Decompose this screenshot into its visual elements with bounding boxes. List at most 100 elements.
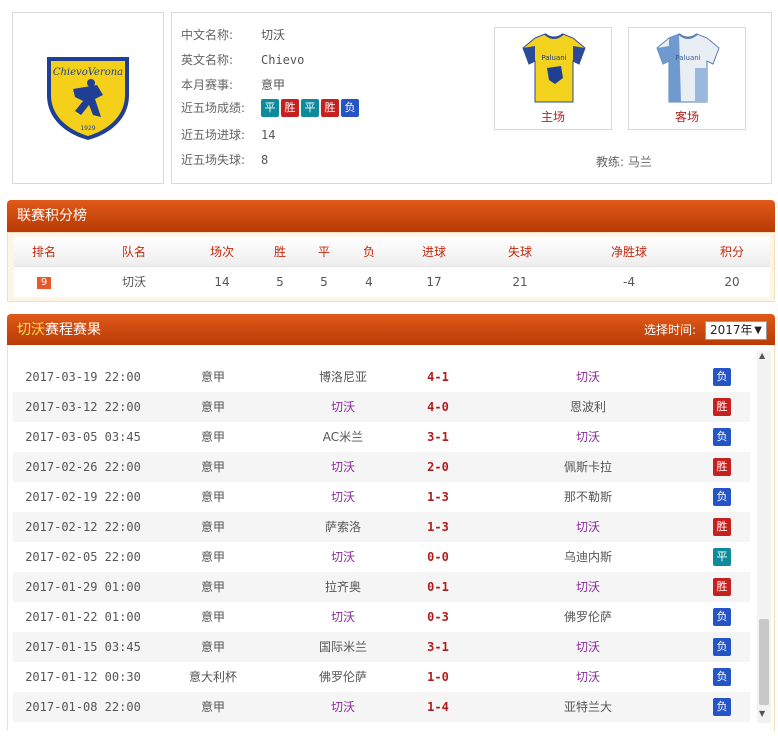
match-competition: 意甲 bbox=[200, 640, 225, 654]
match-row[interactable]: 2017-03-05 03:45 意甲 AC米兰 3-1 切沃 负 bbox=[13, 422, 750, 452]
match-row[interactable]: 2017-01-08 22:00 意甲 切沃 1-4 亚特兰大 负 bbox=[13, 692, 750, 722]
match-row[interactable]: 2017-03-19 22:00 意甲 博洛尼亚 4-1 切沃 负 bbox=[13, 362, 750, 392]
result-badge: 负 bbox=[713, 638, 731, 656]
match-result: 平 bbox=[711, 542, 733, 572]
match-away-team[interactable]: 切沃 bbox=[533, 572, 643, 602]
result-badge: 负 bbox=[713, 608, 731, 626]
scrollbar-thumb[interactable] bbox=[759, 619, 769, 705]
match-result: 负 bbox=[711, 482, 733, 512]
match-row[interactable]: 2017-02-05 22:00 意甲 切沃 0-0 乌迪内斯 平 bbox=[13, 542, 750, 572]
match-away-team[interactable]: 那不勒斯 bbox=[533, 482, 643, 512]
away-kit-card[interactable]: Paluani 客场 bbox=[628, 27, 746, 130]
match-home-team[interactable]: 切沃 bbox=[293, 392, 393, 422]
standings-cell: 5 bbox=[276, 275, 284, 289]
match-row[interactable]: 2017-01-29 01:00 意甲 拉齐奥 0-1 切沃 胜 bbox=[13, 572, 750, 602]
goals-for-label: 近五场进球: bbox=[181, 128, 246, 142]
form-badge: 平 bbox=[301, 99, 319, 117]
schedule-title-team: 切沃 bbox=[17, 322, 45, 338]
match-score: 4-1 bbox=[427, 370, 449, 384]
match-competition: 意甲 bbox=[200, 430, 225, 444]
form-label: 近五场成绩: bbox=[181, 101, 246, 115]
match-away-team[interactable]: 佩斯卡拉 bbox=[533, 452, 643, 482]
match-away-team[interactable]: 佛罗伦萨 bbox=[533, 602, 643, 632]
match-away-team[interactable]: 切沃 bbox=[533, 662, 643, 692]
match-home-team[interactable]: AC米兰 bbox=[293, 422, 393, 452]
match-result: 负 bbox=[711, 632, 733, 662]
coach-info: 教练: 马兰 bbox=[596, 153, 652, 170]
match-row[interactable]: 2017-02-26 22:00 意甲 切沃 2-0 佩斯卡拉 胜 bbox=[13, 452, 750, 482]
schedule-title: 切沃赛程赛果 bbox=[17, 314, 101, 346]
match-date: 2017-01-08 22:00 bbox=[25, 700, 141, 714]
match-away-team[interactable]: 乌迪内斯 bbox=[533, 542, 643, 572]
match-date: 2017-01-15 03:45 bbox=[25, 640, 141, 654]
form-badge: 胜 bbox=[321, 99, 339, 117]
match-competition: 意甲 bbox=[200, 400, 225, 414]
schedule-list[interactable]: 2017-03-19 22:00 意甲 博洛尼亚 4-1 切沃负 2017-03-12 2… bbox=[8, 345, 774, 731]
match-home-team[interactable]: 佛罗伦萨 bbox=[293, 662, 393, 692]
standings-col-header: 胜 bbox=[273, 245, 286, 259]
match-home-team[interactable]: 切沃 bbox=[293, 602, 393, 632]
logo-wordmark: ChievoVerona bbox=[53, 67, 123, 78]
chevron-down-icon: ▼ bbox=[754, 325, 762, 336]
standings-cell: 切沃 bbox=[121, 275, 146, 289]
team-logo-panel: ChievoVerona 1929 bbox=[12, 12, 164, 184]
match-row[interactable]: 2017-02-12 22:00 意甲 萨索洛 1-3 切沃 胜 bbox=[13, 512, 750, 542]
standings-team-row[interactable]: 9 切沃 14 5 5 4 17 21 -4 20 bbox=[14, 267, 770, 297]
match-row[interactable]: 2017-02-19 22:00 意甲 切沃 1-3 那不勒斯 负 bbox=[13, 482, 750, 512]
match-row[interactable]: 2017-01-15 03:45 意甲 国际米兰 3-1 切沃 负 bbox=[13, 632, 750, 662]
match-away-team[interactable]: 亚特兰大 bbox=[533, 692, 643, 722]
match-row[interactable]: 2017-01-22 01:00 意甲 切沃 0-3 佛罗伦萨 负 bbox=[13, 602, 750, 632]
match-score: 0-1 bbox=[427, 580, 449, 594]
form-badge: 胜 bbox=[281, 99, 299, 117]
scroll-down-icon[interactable]: ▼ bbox=[759, 709, 765, 718]
match-row[interactable]: 2017-01-12 00:30 意大利杯 佛罗伦萨 1-0 切沃 负 bbox=[13, 662, 750, 692]
team-info-panel: 中文名称: 切沃 英文名称: Chievo 本月赛事: 意甲 近五场成绩: 平胜平胜负 … bbox=[171, 12, 772, 184]
match-competition: 意甲 bbox=[200, 460, 225, 474]
match-date: 2017-02-05 22:00 bbox=[25, 550, 141, 564]
year-select[interactable]: 2017年 ▼ bbox=[705, 321, 767, 340]
home-kit-label: 主场 bbox=[540, 110, 565, 124]
match-home-team[interactable]: 切沃 bbox=[293, 482, 393, 512]
match-home-team[interactable]: 切沃 bbox=[293, 542, 393, 572]
match-home-team[interactable]: 切沃 bbox=[293, 692, 393, 722]
match-away-team[interactable]: 恩波利 bbox=[533, 392, 643, 422]
coach-label-text: 教练: bbox=[596, 155, 625, 169]
match-away-team[interactable]: 切沃 bbox=[533, 512, 643, 542]
standings-header-row: 排名 队名 场次 胜 平 负 进球 失球 净胜球 积分 bbox=[14, 237, 770, 267]
match-result: 胜 bbox=[711, 512, 733, 542]
match-result: 胜 bbox=[711, 572, 733, 602]
standings-header: 联赛积分榜 bbox=[7, 200, 775, 232]
match-home-team[interactable]: 博洛尼亚 bbox=[293, 362, 393, 392]
goals-for-value: 14 bbox=[261, 128, 276, 142]
match-result: 负 bbox=[711, 662, 733, 692]
match-home-team[interactable]: 国际米兰 bbox=[293, 632, 393, 662]
home-kit-card[interactable]: Paluani 主场 bbox=[494, 27, 612, 130]
match-home-team[interactable]: 萨索洛 bbox=[293, 512, 393, 542]
match-row[interactable]: 2017-03-12 22:00 意甲 切沃 4-0 恩波利 胜 bbox=[13, 392, 750, 422]
match-score: 3-1 bbox=[427, 430, 449, 444]
cn-name-row: 中文名称: 切沃 bbox=[181, 26, 285, 44]
match-away-team[interactable]: 切沃 bbox=[533, 362, 643, 392]
home-shirt-sponsor: Paluani bbox=[541, 54, 566, 62]
en-name-value: Chievo bbox=[261, 53, 305, 67]
standings-cell: 5 bbox=[320, 275, 328, 289]
match-away-team[interactable]: 切沃 bbox=[533, 632, 643, 662]
result-badge: 负 bbox=[713, 668, 731, 686]
schedule-header: 切沃赛程赛果 选择时间: 2017年 ▼ bbox=[7, 314, 775, 346]
competition-label: 本月赛事: bbox=[181, 78, 234, 92]
coach-value: 马兰 bbox=[627, 155, 652, 169]
match-date: 2017-03-05 03:45 bbox=[25, 430, 141, 444]
goals-against-row: 近五场失球: 8 bbox=[181, 151, 268, 169]
match-result: 负 bbox=[711, 602, 733, 632]
match-score: 4-0 bbox=[427, 400, 449, 414]
match-result: 负 bbox=[711, 692, 733, 722]
match-away-team[interactable]: 切沃 bbox=[533, 422, 643, 452]
match-score: 2-0 bbox=[427, 460, 449, 474]
year-select-value: 2017年 bbox=[710, 323, 753, 337]
time-select-label: 选择时间: bbox=[644, 323, 697, 337]
cn-name-label: 中文名称: bbox=[181, 28, 234, 42]
match-home-team[interactable]: 拉齐奥 bbox=[293, 572, 393, 602]
match-home-team[interactable]: 切沃 bbox=[293, 452, 393, 482]
result-badge: 胜 bbox=[713, 578, 731, 596]
scroll-up-icon[interactable]: ▲ bbox=[759, 351, 765, 360]
